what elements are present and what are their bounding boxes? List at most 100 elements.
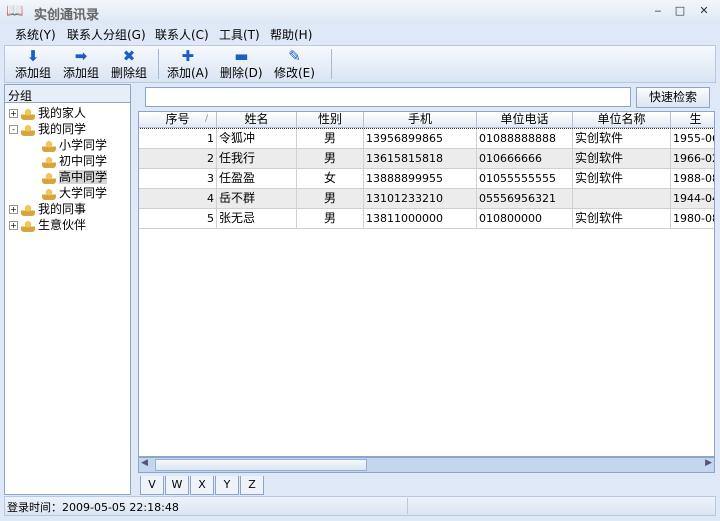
tree-node[interactable]: + 我的家人 [9,105,129,121]
table-cell: 010666666 [477,149,573,169]
letter-tab[interactable]: Z [240,476,264,495]
group-icon [42,155,56,168]
status-bar: 登录时间：2009-05-05 22:18:48 [4,496,716,516]
edit-contact-button[interactable]: ✎ 修改(E) [274,48,315,81]
column-header[interactable]: 序号 / [139,112,217,128]
expand-icon[interactable]: + [9,221,18,230]
menu-contact-groups[interactable]: 联系人分组(G) [67,26,146,43]
table-cell: 女 [297,169,364,189]
horizontal-scrollbar[interactable]: ◀ ▶ [138,457,715,473]
quick-search-button[interactable]: 快速检索 [636,87,710,108]
menu-tools[interactable]: 工具(T) [219,26,260,43]
tree-node[interactable]: + 我的同事 [9,201,129,217]
column-header[interactable]: 性别 [297,112,364,128]
table-row[interactable]: 3 任盈盈女 13888899955 01055555555 实创软件 1988-08 [139,169,714,189]
status-divider [407,498,408,514]
scroll-right-icon[interactable]: ▶ [705,458,712,468]
table-cell: 男 [297,209,364,229]
login-time: 登录时间：2009-05-05 22:18:48 [7,501,179,514]
add-group-button-2[interactable]: ➡ 添加组 [63,48,99,81]
delete-group-button[interactable]: ✖ 删除组 [111,48,147,81]
pen-icon: ✎ [288,47,301,65]
title-bar: 📖 实创通讯录 ‒ □ ✕ [0,0,720,23]
scroll-thumb[interactable] [155,459,367,471]
add-group-button[interactable]: ⬇ 添加组 [15,48,51,81]
expand-icon[interactable]: + [9,109,18,118]
table-cell: 1955-06 [671,129,714,149]
table-cell: 5 [139,209,217,229]
tree-node-label: 我的同学 [38,122,87,136]
add-contact-button[interactable]: ✚ 添加(A) [167,48,209,81]
letter-tab[interactable]: W [165,476,189,495]
menu-contacts[interactable]: 联系人(C) [155,26,209,43]
table-cell: 010800000 [477,209,573,229]
table-cell: 1988-08 [671,169,714,189]
expand-icon[interactable]: + [9,205,18,214]
table-row[interactable]: 2 任我行男 13615815818 010666666 实创软件 1966-02 [139,149,714,169]
minimize-button[interactable]: ‒ [650,4,666,18]
table-row[interactable]: 1 令狐冲男 13956899865 01088888888 实创软件 1955-06 [139,128,714,150]
table-cell: 男 [297,129,364,149]
table-cell: 13956899865 [364,129,477,149]
tree-node[interactable]: - 我的同学 [9,121,129,137]
table-cell [573,189,671,209]
tree-node[interactable]: 高中同学 [9,169,129,185]
group-tree-panel: 分组 + 我的家人 - 我的同学 小学同学 初中同学 高中同学 大学同学 + 我的同事 + 生意伙伴 [4,84,131,495]
arrow-down-icon: ⬇ [26,47,40,65]
table-row[interactable]: 5 张无忌男 13811000000 010800000 实创软件 1980-08 [139,209,714,229]
delete-contact-button[interactable]: ▬ 删除(D) [220,48,263,81]
contacts-panel: 快速检索 序号 / 姓名 性别 手机 单位电话 单位名称生 1 令狐冲男 13956899865 0… [138,84,715,496]
window-title: 实创通讯录 [34,8,100,23]
column-header[interactable]: 手机 [364,112,477,128]
column-header[interactable]: 单位电话 [477,112,573,128]
table-cell: 1944-04 [671,189,714,209]
table-cell: 4 [139,189,217,209]
menu-help[interactable]: 帮助(H) [270,26,312,43]
table-cell: 实创软件 [573,209,671,229]
toolbar-separator [158,49,159,79]
letter-tab[interactable]: X [190,476,214,495]
search-input[interactable] [145,87,631,107]
table-cell: 1 [139,129,217,149]
tree-node[interactable]: + 生意伙伴 [9,217,129,233]
group-icon [42,187,56,200]
tree-node[interactable]: 初中同学 [9,153,129,169]
table-cell: 1980-08 [671,209,714,229]
table-cell: 13811000000 [364,209,477,229]
group-tree: + 我的家人 - 我的同学小学同学 初中同学 高中同学 大学同学 + 我的同事 + 生意伙伴 [9,105,129,233]
letter-tab[interactable]: V [140,476,164,495]
table-cell: 01088888888 [477,129,573,149]
group-icon [21,219,35,232]
group-icon [42,171,56,184]
sort-icon: / [204,114,208,124]
column-header[interactable]: 姓名 [217,112,297,128]
book-icon: 📖 [6,3,24,19]
scroll-left-icon[interactable]: ◀ [141,458,148,468]
tree-node-label: 小学同学 [59,138,108,152]
table-cell: 实创软件 [573,169,671,189]
table-cell: 01055555555 [477,169,573,189]
group-icon [21,203,35,216]
close-button[interactable]: ✕ [696,4,712,18]
table-row[interactable]: 4 岳不群男 13101233210 05556956321 1944-04 [139,189,714,209]
table-cell: 1966-02 [671,149,714,169]
table-cell: 任我行 [217,149,297,169]
group-icon [21,123,35,136]
tree-node[interactable]: 大学同学 [9,185,129,201]
tree-node[interactable]: 小学同学 [9,137,129,153]
table-cell: 2 [139,149,217,169]
collapse-icon[interactable]: - [9,125,18,134]
menu-system[interactable]: 系统(Y) [15,26,56,43]
maximize-button[interactable]: □ [672,4,688,18]
menu-bar: 系统(Y) 联系人分组(G) 联系人(C) 工具(T) 帮助(H) [0,23,720,44]
table-cell: 岳不群 [217,189,297,209]
table-cell: 13888899955 [364,169,477,189]
table-cell: 令狐冲 [217,129,297,149]
tree-node-label: 我的家人 [38,106,87,120]
column-header[interactable]: 单位名称 [573,112,671,128]
table-cell: 实创软件 [573,149,671,169]
column-header[interactable]: 生 [671,112,714,128]
minus-icon: ▬ [234,47,249,65]
letter-tab[interactable]: Y [215,476,239,495]
table-cell: 任盈盈 [217,169,297,189]
